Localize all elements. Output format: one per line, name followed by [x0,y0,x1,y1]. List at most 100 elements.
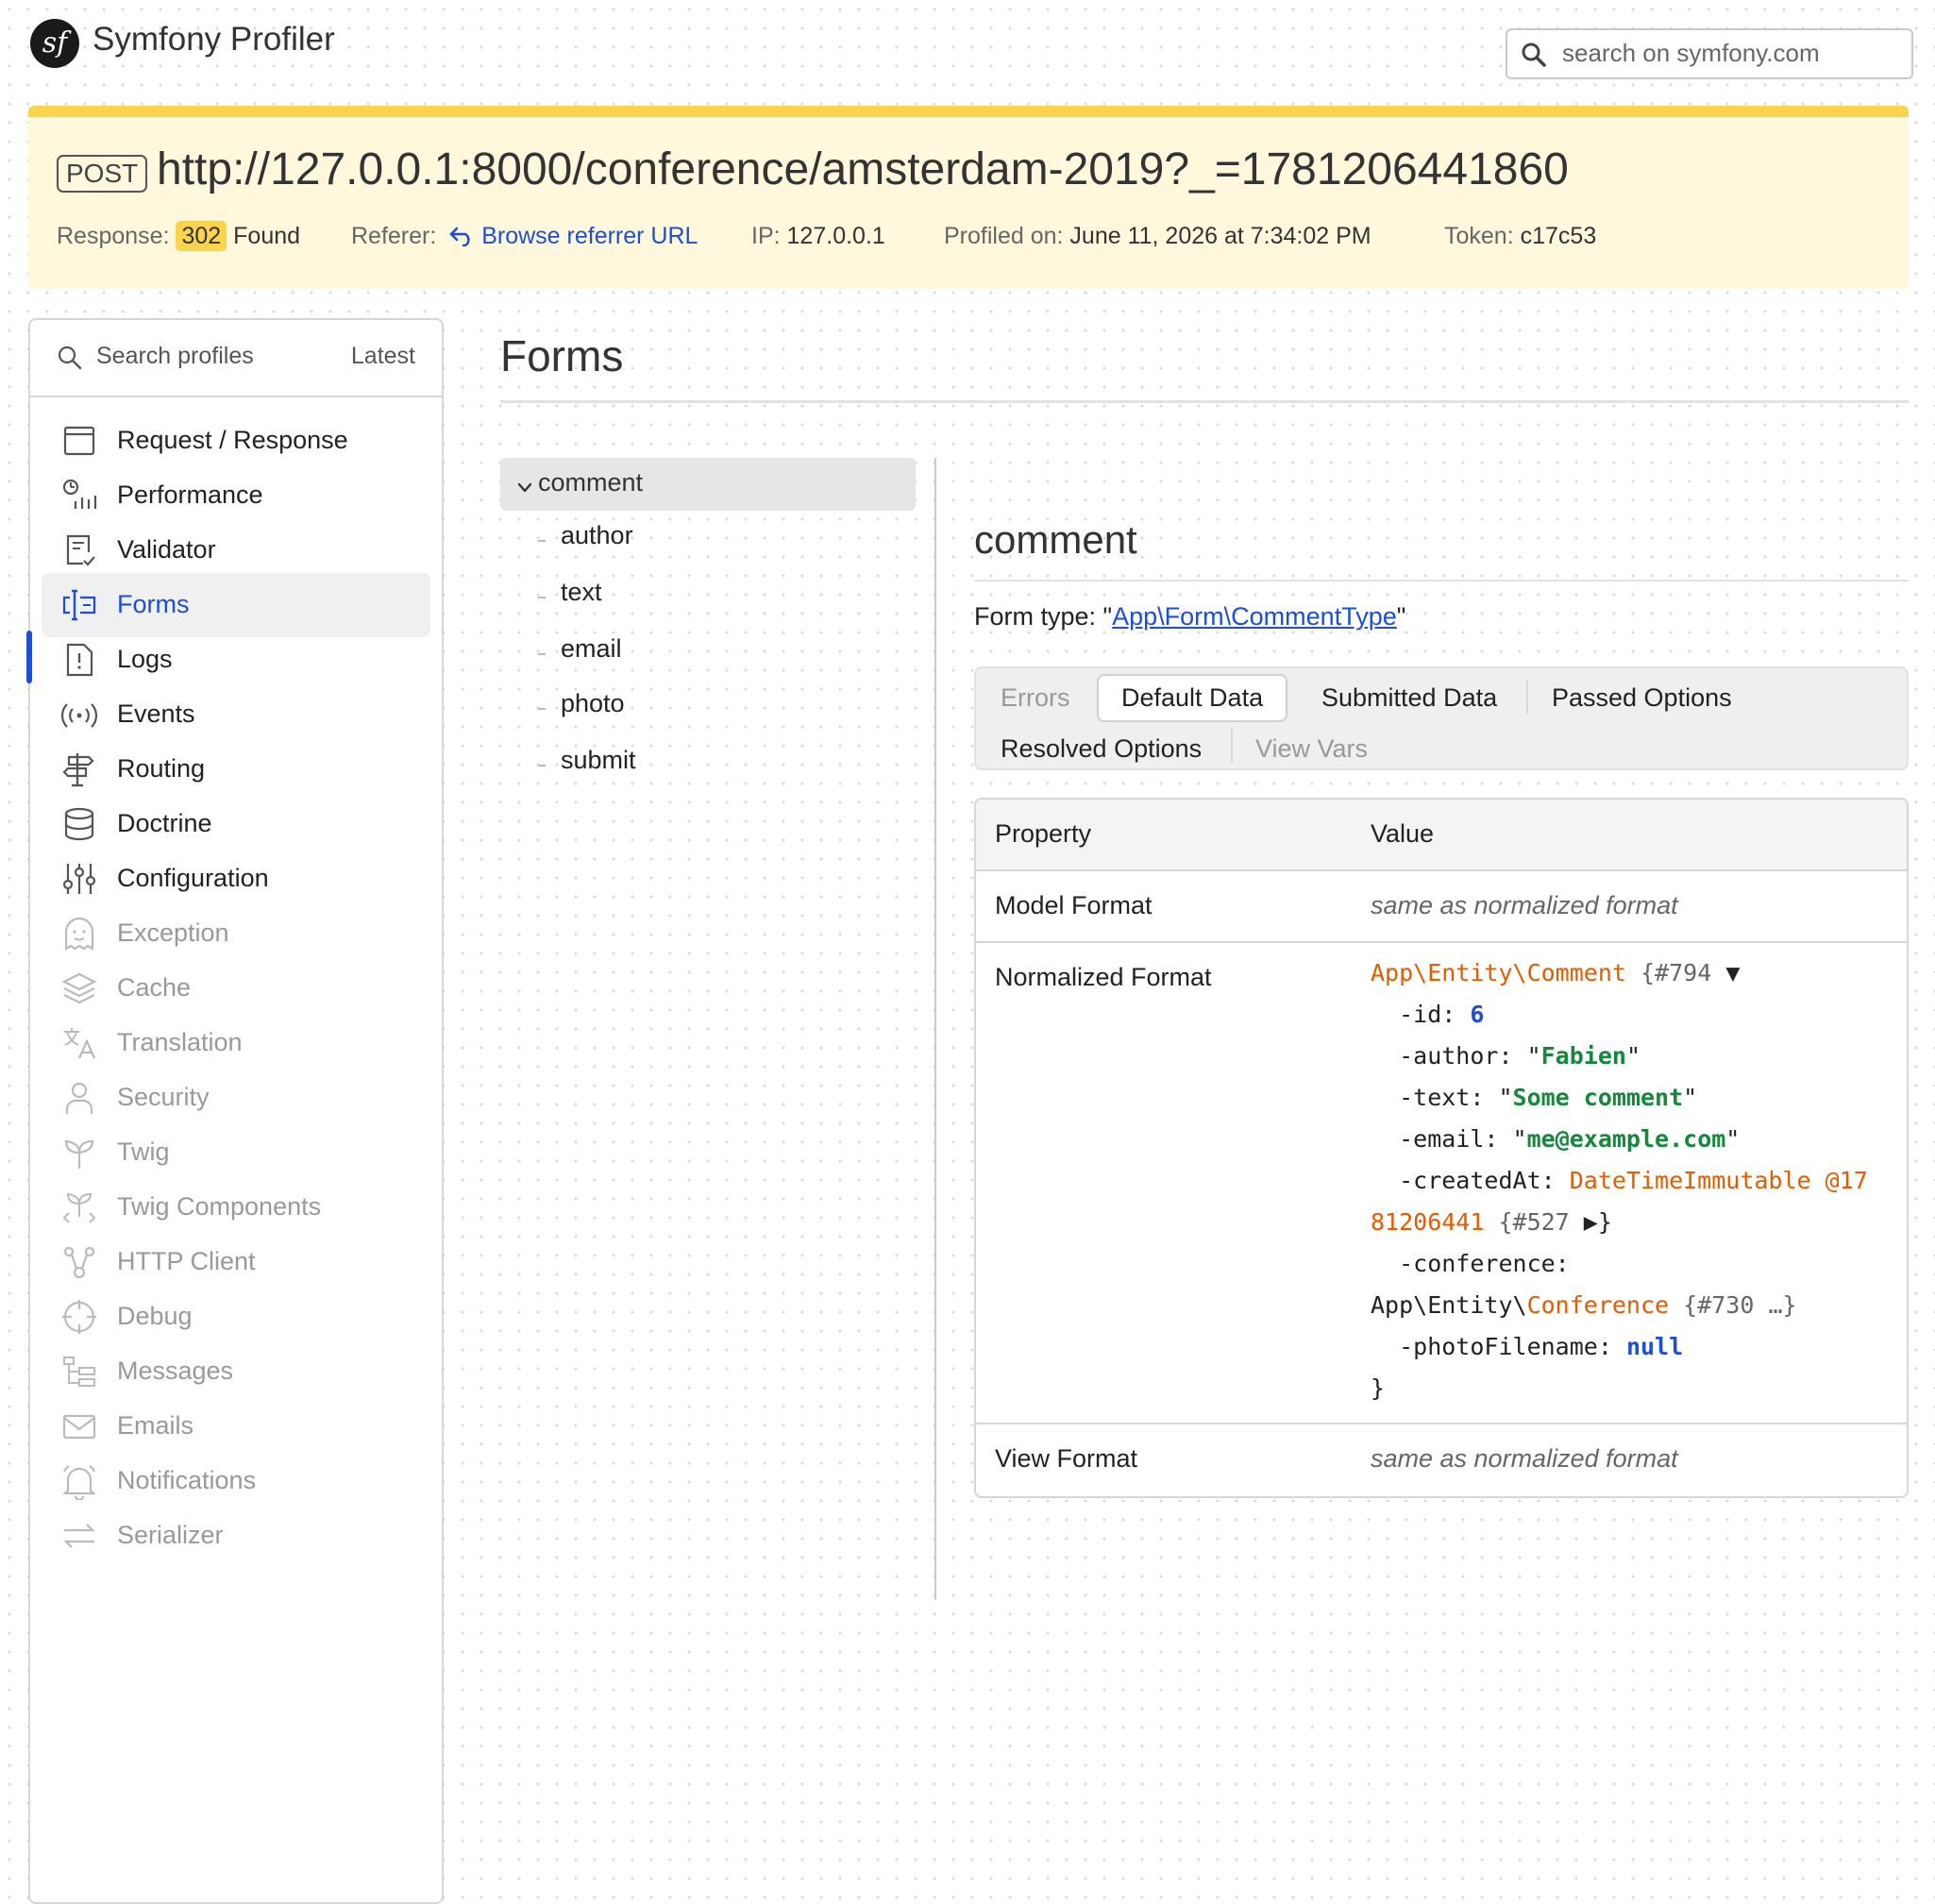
user-icon [65,1082,93,1114]
dump-createdat-ref: {#527 [1484,1208,1584,1236]
messages-icon [63,1356,95,1387]
tab-default-data[interactable]: Default Data [1097,674,1288,722]
search-placeholder: search on symfony.com [1562,39,1820,67]
sidebar-item-label: Forms [117,590,190,618]
search-profiles[interactable]: Search profiles Latest [30,320,442,397]
dump-email-value: me@example.com [1526,1125,1726,1153]
request-url: http://127.0.0.1:8000/conference/amsterd… [157,144,1569,194]
token-value[interactable]: c17c53 [1521,223,1597,249]
events-icon [60,703,98,728]
request-summary [28,106,1909,289]
dump-conference-ref[interactable]: {#730 …} [1669,1291,1796,1319]
dump-createdat-class-cont: 81206441 [1371,1208,1485,1236]
tab-separator [1526,680,1528,714]
tree-branch [538,708,546,710]
response-label: Response: [57,223,170,249]
serializer-icon [63,1524,95,1548]
normalized-format-dump: App\Entity\Comment {#794 ▼ -id: 6 -autho… [1371,952,1868,1409]
dump-createdat-key: -createdAt: [1371,1167,1570,1194]
ip-info: IP: 127.0.0.1 [751,223,885,250]
row-normalized-format-property: Normalized Format [995,963,1212,991]
sidebar-item-label: Serializer [117,1521,224,1549]
dump-text-value: Some comment [1512,1084,1684,1111]
profiled-label: Profiled on: [944,223,1064,249]
tree-node-author[interactable]: author [561,521,633,550]
tab-view-vars[interactable]: View Vars [1255,734,1368,764]
sidebar-item-label: Validator [117,535,216,564]
sidebar-item-label: Translation [117,1028,243,1056]
chevron-down-icon[interactable] [515,479,534,497]
ip-label: IP: [751,223,781,249]
dump-quote: " [1625,1042,1641,1070]
symfony-search-input[interactable]: search on symfony.com [1506,28,1913,79]
http-method-badge: POST [57,155,148,193]
dump-close: } [1371,1374,1386,1402]
logs-icon [66,643,93,677]
column-header-value: Value [1371,819,1435,848]
translation-icon [64,1028,96,1059]
tree-branch [538,597,546,598]
tab-resolved-options[interactable]: Resolved Options [1001,734,1202,764]
dump-class: App\Entity\Comment [1371,959,1626,986]
form-type-link[interactable]: App\Form\CommentType [1112,602,1397,631]
tree-divider [934,458,936,1600]
dump-email-key: -email: " [1371,1125,1527,1153]
latest-link[interactable]: Latest [351,343,415,370]
sidebar-item-label: Security [117,1083,210,1111]
debug-icon [62,1300,96,1334]
dump-conference-key: -conference: [1371,1250,1570,1277]
tab-submitted-data[interactable]: Submitted Data [1321,683,1497,713]
dump-conference-namespace: App\Entity\ [1371,1291,1527,1319]
tab-errors[interactable]: Errors [1001,683,1070,713]
panel-divider [974,580,1909,581]
status-text: Found [233,223,301,249]
sidebar-item-label: Routing [117,754,206,783]
sidebar-item-label: Twig [117,1137,170,1166]
tree-branch [538,765,546,767]
table-row-divider [976,1423,1907,1424]
sidebar-item-label: Doctrine [117,809,212,837]
form-panel-title: comment [974,517,1137,562]
ip-value: 127.0.0.1 [786,223,885,249]
browse-referrer-link[interactable]: Browse referrer URL [481,223,698,249]
token-info: Token: c17c53 [1444,223,1596,250]
dump-conference-class: Conference [1526,1291,1670,1319]
tree-node-photo[interactable]: photo [561,689,625,718]
dump-createdat-close: } [1597,1208,1612,1236]
expand-toggle-icon[interactable]: ▶ [1584,1208,1598,1236]
tree-branch [538,653,546,655]
symfony-logo[interactable]: sf [30,19,79,68]
twig-components-icon [62,1192,96,1223]
row-view-format-value: same as normalized format [1371,1444,1678,1473]
search-icon [58,345,82,370]
sidebar-item-label: Performance [117,480,263,509]
tree-node-submit[interactable]: submit [561,746,636,775]
column-header-property: Property [995,819,1092,848]
tab-passed-options[interactable]: Passed Options [1552,683,1732,713]
app-title: Symfony Profiler [93,21,335,58]
tree-node-text[interactable]: text [561,578,602,607]
sliders-icon [62,864,96,894]
dump-text-key: -text: " [1371,1084,1513,1111]
referer: Referer: Browse referrer URL [351,223,698,250]
table-header [976,800,1907,871]
performance-icon [62,479,97,509]
row-model-format-value: same as normalized format [1371,891,1678,919]
collapse-toggle-icon[interactable]: ▼ [1725,959,1740,986]
sidebar-item-label: Notifications [117,1466,257,1494]
form-type-suffix: " [1396,602,1406,631]
tree-node-email[interactable]: email [561,634,622,664]
row-view-format-property: View Format [995,1444,1138,1473]
table-row-divider [976,941,1907,943]
search-profiles-label: Search profiles [96,343,254,369]
profiled-on: Profiled on: June 11, 2026 at 7:34:02 PM [944,223,1371,250]
title-divider [500,400,1909,403]
profiler-sidebar: Search profiles Latest Request / Respons… [28,318,444,1904]
sidebar-item-label: Configuration [117,864,269,892]
tree-root-label[interactable]: comment [538,468,643,497]
window-icon [63,426,95,456]
search-icon [1522,42,1546,67]
sidebar-item-label: Logs [117,645,173,673]
sidebar-item-serializer[interactable]: Serializer [42,1504,430,1568]
profiled-value: June 11, 2026 at 7:34:02 PM [1069,223,1371,249]
